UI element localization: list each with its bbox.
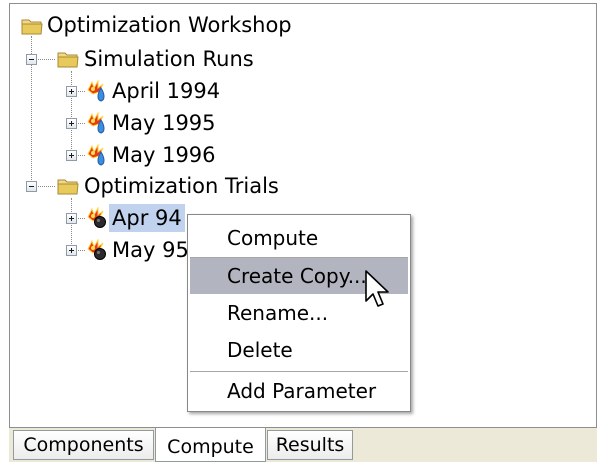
folder-icon <box>21 16 43 36</box>
tab-compute[interactable]: Compute <box>155 428 266 462</box>
expand-toggle[interactable] <box>66 245 77 256</box>
tree-item-label[interactable]: April 1994 <box>112 77 220 105</box>
expand-toggle[interactable] <box>66 150 77 161</box>
menu-item-delete[interactable]: Delete <box>190 332 408 368</box>
tree-item-label-selected[interactable]: Apr 94 <box>109 204 185 232</box>
expand-toggle[interactable] <box>66 86 77 97</box>
tree-item-label[interactable]: May 95 <box>112 236 189 264</box>
simulation-run-icon <box>86 144 108 166</box>
menu-separator <box>190 371 408 372</box>
folder-icon <box>57 49 79 69</box>
simulation-run-icon <box>86 112 108 134</box>
simulation-run-icon <box>86 80 108 102</box>
tab-results[interactable]: Results <box>267 430 353 460</box>
tree-item-label[interactable]: May 1995 <box>112 109 216 137</box>
menu-item-compute[interactable]: Compute <box>190 220 408 256</box>
tree-connector <box>71 71 72 155</box>
tree-group-simulation-runs[interactable]: Simulation Runs <box>84 45 254 73</box>
tree-group-optimization-trials[interactable]: Optimization Trials <box>84 172 279 200</box>
optimization-trial-icon <box>86 207 108 228</box>
expand-toggle[interactable] <box>66 213 77 224</box>
tree-item-label[interactable]: May 1996 <box>112 141 216 169</box>
optimization-trial-icon <box>86 239 108 260</box>
tree-connector <box>71 198 72 250</box>
mouse-pointer-icon <box>364 269 394 317</box>
tree-root-label[interactable]: Optimization Workshop <box>47 11 292 39</box>
tab-bar: Components Compute Results <box>9 428 597 462</box>
folder-icon <box>57 176 79 196</box>
collapse-toggle[interactable] <box>26 181 37 192</box>
tab-components[interactable]: Components <box>13 430 154 460</box>
menu-item-add-parameter[interactable]: Add Parameter <box>190 373 408 409</box>
collapse-toggle[interactable] <box>26 54 37 65</box>
expand-toggle[interactable] <box>66 118 77 129</box>
